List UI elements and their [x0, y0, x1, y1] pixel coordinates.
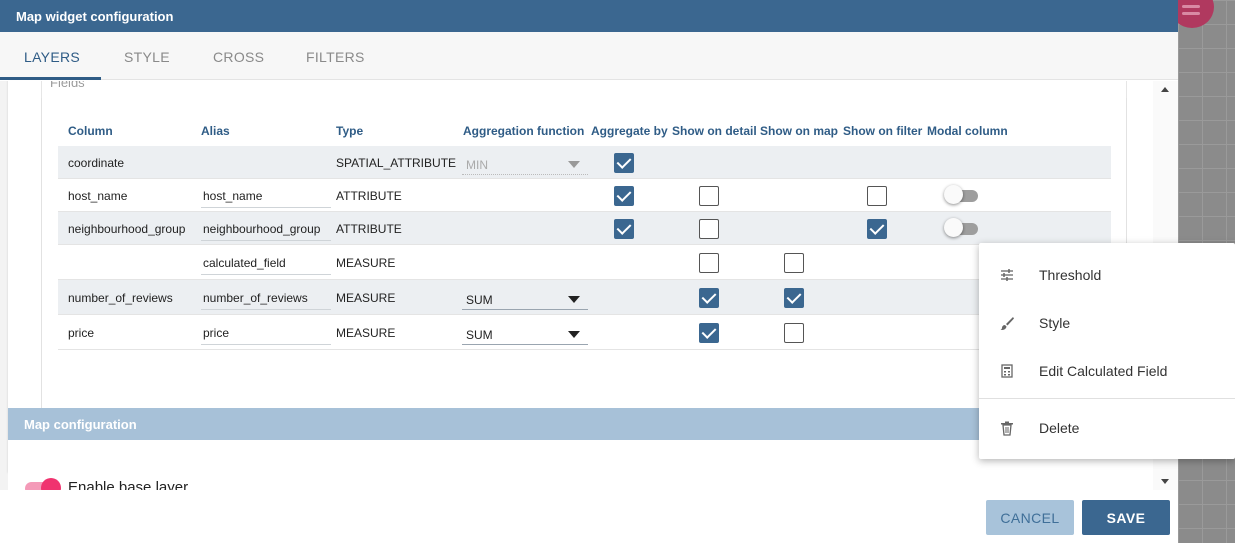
trash-icon: [1001, 421, 1013, 436]
show-on-detail-checkbox[interactable]: [699, 186, 719, 206]
table-row: host_name host_name ATTRIBUTE: [58, 179, 1111, 212]
tab-style[interactable]: STYLE: [124, 49, 170, 65]
cell-column: number_of_reviews: [68, 291, 173, 305]
aggregate-by-checkbox[interactable]: [614, 219, 634, 239]
header-modal-column: Modal column: [927, 124, 1008, 138]
show-on-detail-checkbox[interactable]: [699, 323, 719, 343]
scroll-up-arrow-icon[interactable]: [1161, 87, 1169, 92]
field-context-menu: Threshold Style Edit Calculated Field De…: [979, 243, 1235, 459]
show-on-detail-checkbox[interactable]: [699, 288, 719, 308]
chevron-down-icon: [568, 331, 580, 338]
show-on-map-checkbox[interactable]: [784, 288, 804, 308]
aggregation-select: MIN: [462, 150, 588, 175]
menu-divider: [979, 398, 1235, 399]
header-type: Type: [336, 124, 364, 138]
dialog-title: Map widget configuration: [0, 0, 1178, 32]
save-button[interactable]: SAVE: [1082, 500, 1170, 535]
chevron-down-icon: [568, 161, 580, 168]
aggregate-by-checkbox[interactable]: [614, 153, 634, 173]
brush-icon: [1000, 317, 1014, 330]
table-row: neighbourhood_group neighbourhood_group …: [58, 212, 1111, 245]
cell-column: price: [68, 326, 95, 340]
fields-legend: Fields: [50, 81, 85, 90]
cell-type: ATTRIBUTE: [336, 222, 402, 236]
chevron-down-icon: [568, 296, 580, 303]
cell-column: coordinate: [68, 156, 125, 170]
show-on-map-checkbox[interactable]: [784, 253, 804, 273]
header-alias: Alias: [201, 124, 230, 138]
calculator-icon: [1001, 364, 1013, 378]
table-row: calculated_field MEASURE: [58, 245, 1111, 280]
cell-type: MEASURE: [336, 326, 396, 340]
aggregation-select[interactable]: SUM: [462, 320, 588, 345]
enable-base-layer-label: Enable base layer: [68, 479, 189, 490]
modal-column-toggle[interactable]: [944, 185, 980, 204]
menu-item-edit-calculated-field[interactable]: Edit Calculated Field: [979, 351, 1235, 391]
tab-bar: LAYERS STYLE CROSS FILTERS: [0, 32, 1178, 80]
menu-item-threshold[interactable]: Threshold: [979, 255, 1235, 295]
header-aggregate-by: Aggregate by: [591, 124, 668, 138]
menu-item-style[interactable]: Style: [979, 303, 1235, 343]
table-row: coordinate SPATIAL_ATTRIBUTE MIN: [58, 146, 1111, 179]
scroll-down-arrow-icon[interactable]: [1161, 479, 1169, 484]
tab-layers[interactable]: LAYERS: [24, 49, 80, 65]
aggregate-by-checkbox[interactable]: [614, 186, 634, 206]
alias-input[interactable]: neighbourhood_group: [201, 216, 331, 241]
tab-filters[interactable]: FILTERS: [306, 49, 365, 65]
show-on-filter-checkbox[interactable]: [867, 219, 887, 239]
show-on-map-checkbox[interactable]: [784, 323, 804, 343]
show-on-detail-checkbox[interactable]: [699, 219, 719, 239]
hamburger-icon: [1182, 5, 1200, 8]
header-show-on-map: Show on map: [760, 124, 838, 138]
alias-input[interactable]: host_name: [201, 183, 331, 208]
enable-base-layer-toggle[interactable]: [25, 478, 61, 490]
table-row: price price MEASURE SUM: [58, 315, 1111, 350]
cell-type: MEASURE: [336, 256, 396, 270]
show-on-filter-checkbox[interactable]: [867, 186, 887, 206]
header-show-on-filter: Show on filter: [843, 124, 923, 138]
cell-column: neighbourhood_group: [68, 222, 186, 236]
alias-input[interactable]: calculated_field: [201, 250, 331, 275]
tab-cross[interactable]: CROSS: [213, 49, 264, 65]
cancel-button[interactable]: CANCEL: [986, 500, 1074, 535]
cell-type: MEASURE: [336, 291, 396, 305]
alias-input[interactable]: price: [201, 320, 331, 345]
active-tab-indicator: [0, 77, 101, 80]
tune-icon: [1001, 269, 1013, 281]
menu-item-delete[interactable]: Delete: [979, 408, 1235, 448]
header-show-on-detail: Show on detail: [672, 124, 757, 138]
dialog-footer: CANCEL SAVE: [0, 490, 1178, 543]
cell-column: host_name: [68, 189, 128, 203]
alias-input[interactable]: number_of_reviews: [201, 285, 331, 310]
cell-type: SPATIAL_ATTRIBUTE: [336, 156, 457, 170]
header-column: Column: [68, 124, 113, 138]
modal-column-toggle[interactable]: [944, 218, 980, 237]
cell-type: ATTRIBUTE: [336, 189, 402, 203]
aggregation-select[interactable]: SUM: [462, 285, 588, 310]
header-aggregation-function: Aggregation function: [463, 124, 585, 138]
table-row: number_of_reviews number_of_reviews MEAS…: [58, 280, 1111, 315]
show-on-detail-checkbox[interactable]: [699, 253, 719, 273]
